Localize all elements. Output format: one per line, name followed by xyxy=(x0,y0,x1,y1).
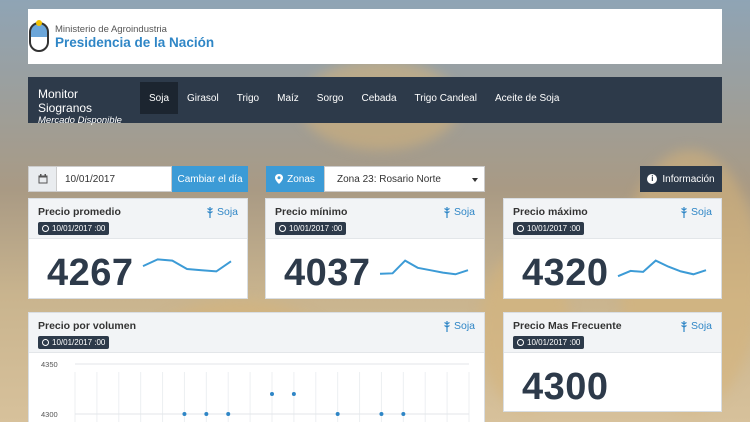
argentina-seal-icon xyxy=(29,19,49,52)
timestamp-text: 10/01/2017 :00 xyxy=(289,224,343,233)
data-point[interactable] xyxy=(270,392,274,396)
wheat-icon xyxy=(681,206,687,218)
data-point[interactable] xyxy=(226,412,231,416)
crop-link[interactable]: Soja xyxy=(206,206,238,218)
sparkline-path xyxy=(379,259,469,276)
site-header: Ministerio de Agroindustria Presidencia … xyxy=(28,9,722,64)
card-title: Precio mínimo xyxy=(275,206,348,218)
data-point[interactable] xyxy=(182,412,187,416)
wheat-icon xyxy=(681,320,687,332)
crop-label: Soja xyxy=(690,206,712,218)
wheat-icon xyxy=(444,206,450,218)
map-marker-icon xyxy=(275,174,284,184)
crop-tabs: Soja Girasol Trigo Maíz Sorgo Cebada Tri… xyxy=(140,82,568,114)
tab-aceite-de-soja[interactable]: Aceite de Soja xyxy=(486,82,569,114)
timestamp-badge: 10/01/2017 :00 xyxy=(275,222,347,235)
brand-subtitle: Mercado Disponible xyxy=(38,115,122,126)
clock-icon xyxy=(279,225,286,232)
sparkline-path xyxy=(617,259,707,278)
clock-icon xyxy=(42,225,49,232)
crop-link[interactable]: Soja xyxy=(443,320,475,332)
card-most-frequent-price: Precio Mas Frecuente Soja 10/01/2017 :00… xyxy=(503,312,722,412)
max-price-value: 4320 xyxy=(522,252,609,294)
date-picker-group: Cambiar el día xyxy=(28,166,248,192)
main-navbar: Monitor Siogranos Mercado Disponible Soj… xyxy=(28,77,722,126)
card-title: Precio promedio xyxy=(38,206,121,218)
zones-label: Zonas xyxy=(287,173,315,185)
crop-link[interactable]: Soja xyxy=(443,206,475,218)
zones-button[interactable]: Zonas xyxy=(266,166,324,192)
data-point[interactable] xyxy=(379,412,384,416)
tab-trigo-candeal[interactable]: Trigo Candeal xyxy=(406,82,486,114)
average-trend-sparkline xyxy=(142,258,232,273)
zone-select[interactable]: Zona 23: Rosario Norte xyxy=(324,166,485,192)
data-point[interactable] xyxy=(401,412,406,416)
clock-icon xyxy=(517,225,524,232)
average-price-value: 4267 xyxy=(47,252,134,294)
date-input[interactable] xyxy=(57,166,172,192)
tab-maiz[interactable]: Maíz xyxy=(268,82,308,114)
ministry-name: Ministerio de Agroindustria xyxy=(55,23,167,35)
volume-scatter-chart: 4350 4300 xyxy=(41,360,470,422)
data-point[interactable] xyxy=(335,412,340,416)
timestamp-text: 10/01/2017 :00 xyxy=(527,224,581,233)
y-tick-label: 4300 xyxy=(41,410,58,419)
min-trend-sparkline xyxy=(379,259,469,276)
information-label: Información xyxy=(662,173,715,185)
timestamp-badge: 10/01/2017 :00 xyxy=(38,336,110,349)
card-title: Precio Mas Frecuente xyxy=(513,320,622,332)
card-price-by-volume: Precio por volumen Soja 10/01/2017 :00 4… xyxy=(28,312,485,422)
zone-selector-group: Zonas Zona 23: Rosario Norte xyxy=(266,166,485,192)
timestamp-badge: 10/01/2017 :00 xyxy=(38,222,110,235)
most-frequent-price-value: 4300 xyxy=(522,366,609,408)
presidency-name[interactable]: Presidencia de la Nación xyxy=(55,35,214,50)
wheat-icon xyxy=(207,206,213,218)
tab-cebada[interactable]: Cebada xyxy=(352,82,405,114)
timestamp-text: 10/01/2017 :00 xyxy=(52,224,106,233)
crop-label: Soja xyxy=(216,206,238,218)
crop-label: Soja xyxy=(453,320,475,332)
card-max-price: Precio máximo Soja 10/01/2017 :00 4320 xyxy=(503,198,722,299)
timestamp-text: 10/01/2017 :00 xyxy=(527,338,581,347)
timestamp-badge: 10/01/2017 :00 xyxy=(513,336,585,349)
timestamp-badge: 10/01/2017 :00 xyxy=(513,222,585,235)
card-average-price: Precio promedio Soja 10/01/2017 :00 4267 xyxy=(28,198,248,299)
wheat-icon xyxy=(444,320,450,332)
information-button[interactable]: i Información xyxy=(640,166,722,192)
clock-icon xyxy=(42,339,49,346)
clock-icon xyxy=(517,339,524,346)
brand-title: Monitor Siogranos xyxy=(38,87,93,115)
crop-link[interactable]: Soja xyxy=(680,206,712,218)
crop-label: Soja xyxy=(690,320,712,332)
navbar-brand[interactable]: Monitor Siogranos Mercado Disponible xyxy=(28,77,140,126)
calendar-icon[interactable] xyxy=(28,166,57,192)
min-price-value: 4037 xyxy=(284,252,371,294)
y-tick-label: 4350 xyxy=(41,360,58,369)
tab-soja[interactable]: Soja xyxy=(140,82,179,114)
tab-sorgo[interactable]: Sorgo xyxy=(308,82,353,114)
card-title: Precio por volumen xyxy=(38,320,137,332)
zone-selected-value: Zona 23: Rosario Norte xyxy=(337,173,441,185)
card-min-price: Precio mínimo Soja 10/01/2017 :00 4037 xyxy=(265,198,485,299)
crop-label: Soja xyxy=(453,206,475,218)
tab-girasol[interactable]: Girasol xyxy=(178,82,228,114)
tab-trigo[interactable]: Trigo xyxy=(228,82,268,114)
caret-down-icon xyxy=(472,178,478,182)
sparkline-path xyxy=(142,258,232,273)
data-point[interactable] xyxy=(291,392,296,396)
crop-link[interactable]: Soja xyxy=(680,320,712,332)
card-title: Precio máximo xyxy=(513,206,588,218)
timestamp-text: 10/01/2017 :00 xyxy=(52,338,106,347)
info-icon: i xyxy=(647,174,658,184)
change-day-button[interactable]: Cambiar el día xyxy=(172,166,248,192)
max-trend-sparkline xyxy=(617,259,707,278)
data-point[interactable] xyxy=(204,412,209,416)
